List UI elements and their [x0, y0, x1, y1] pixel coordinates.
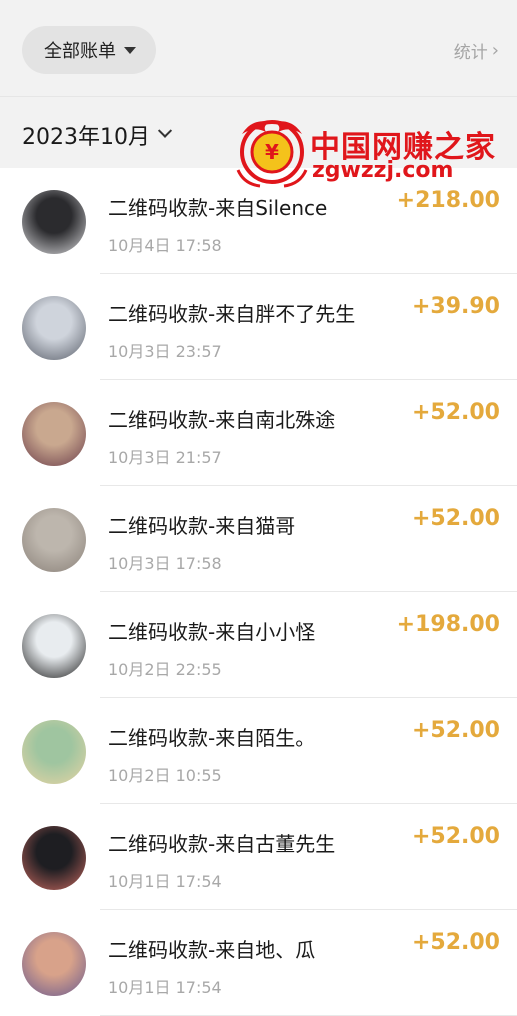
transaction-title: 二维码收款-来自陌生。	[108, 726, 316, 750]
transaction-time: 10月1日 17:54	[108, 872, 222, 891]
month-label: 2023年10月	[22, 125, 150, 150]
stats-label: 统计	[453, 43, 488, 63]
transaction-time: 10月1日 17:54	[108, 978, 222, 997]
transaction-row[interactable]: 二维码收款-来自古董先生 10月1日 17:54 +52.00	[0, 804, 517, 910]
transaction-amount: +218.00	[396, 188, 500, 213]
transaction-title: 二维码收款-来自胖不了先生	[108, 302, 356, 326]
transaction-title: 二维码收款-来自古董先生	[108, 832, 336, 856]
transaction-amount: +52.00	[411, 718, 500, 743]
transaction-time: 10月2日 22:55	[108, 660, 222, 679]
transaction-row[interactable]: 二维码收款-来自南北殊途 10月3日 21:57 +52.00	[0, 380, 517, 486]
transaction-title: 二维码收款-来自地、瓜	[108, 938, 316, 962]
transaction-row[interactable]: 二维码收款-来自Silence 10月4日 17:58 +218.00	[0, 168, 517, 274]
transaction-amount: +39.90	[411, 294, 500, 319]
transaction-title: 二维码收款-来自Silence	[108, 196, 328, 220]
avatar	[22, 296, 86, 360]
transaction-time: 10月2日 10:55	[108, 766, 222, 785]
transaction-amount: +198.00	[396, 612, 500, 637]
transaction-time: 10月4日 17:58	[108, 236, 222, 255]
transaction-time: 10月3日 17:58	[108, 554, 222, 573]
avatar	[22, 402, 86, 466]
transaction-time: 10月3日 23:57	[108, 342, 222, 361]
transaction-amount: +52.00	[411, 930, 500, 955]
avatar	[22, 614, 86, 678]
transaction-list: 二维码收款-来自Silence 10月4日 17:58 +218.00 二维码收款-来…	[0, 168, 517, 1016]
transaction-row[interactable]: 二维码收款-来自陌生。 10月2日 10:55 +52.00	[0, 698, 517, 804]
transaction-amount: +52.00	[411, 506, 500, 531]
chevron-right-icon: ›	[491, 40, 499, 61]
transaction-row[interactable]: 二维码收款-来自小小怪 10月2日 22:55 +198.00	[0, 592, 517, 698]
chevron-down-icon	[157, 123, 173, 138]
svg-text:¥: ¥	[265, 140, 279, 164]
avatar	[22, 508, 86, 572]
transaction-row[interactable]: 二维码收款-来自地、瓜 10月1日 17:54 +52.00	[0, 910, 517, 1016]
avatar	[22, 720, 86, 784]
transaction-row[interactable]: 二维码收款-来自胖不了先生 10月3日 23:57 +39.90	[0, 274, 517, 380]
top-bar: 全部账单 统计 ›	[0, 0, 517, 96]
avatar	[22, 932, 86, 996]
avatar	[22, 826, 86, 890]
transaction-amount: +52.00	[411, 824, 500, 849]
transaction-time: 10月3日 21:57	[108, 448, 222, 467]
transaction-title: 二维码收款-来自南北殊途	[108, 408, 336, 432]
avatar	[22, 190, 86, 254]
transaction-title: 二维码收款-来自小小怪	[108, 620, 316, 644]
transaction-title: 二维码收款-来自猫哥	[108, 514, 296, 538]
month-selector[interactable]: 2023年10月	[22, 119, 173, 151]
caret-down-icon	[124, 46, 136, 54]
transaction-row[interactable]: 二维码收款-来自猫哥 10月3日 17:58 +52.00	[0, 486, 517, 592]
stats-link[interactable]: 统计 ›	[454, 38, 499, 63]
bill-filter-label: 全部账单	[44, 41, 116, 62]
transaction-amount: +52.00	[411, 400, 500, 425]
bill-filter-dropdown[interactable]: 全部账单	[22, 26, 156, 74]
